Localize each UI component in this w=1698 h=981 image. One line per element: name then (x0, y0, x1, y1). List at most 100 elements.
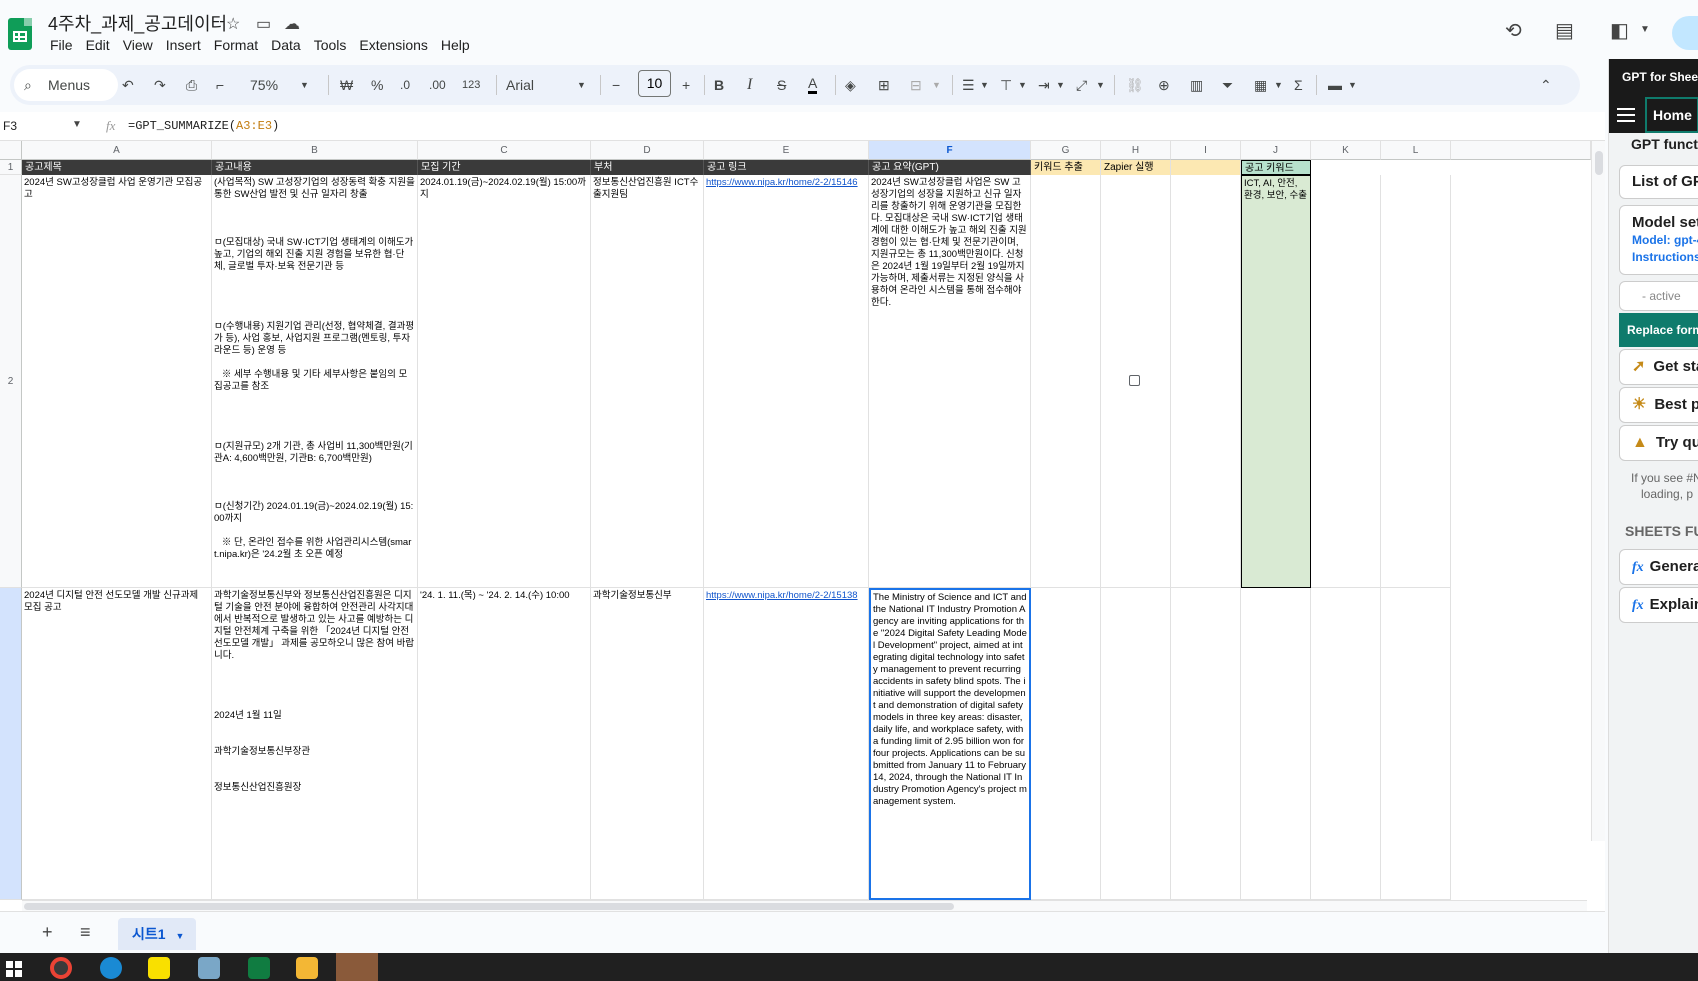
header-cell-zapier[interactable]: Zapier 실행 (1101, 160, 1171, 175)
version-history-icon[interactable]: ⟲ (1505, 18, 1522, 43)
column-header-c[interactable]: C (418, 141, 591, 160)
column-header-d[interactable]: D (591, 141, 704, 160)
italic-button[interactable]: I (747, 75, 752, 95)
currency-format-button[interactable]: ₩ (340, 75, 353, 95)
percent-format-button[interactable]: % (371, 75, 383, 95)
header-cell-title[interactable]: 공고제목 (22, 160, 212, 175)
zoom-dropdown-icon[interactable]: ▼ (300, 75, 309, 95)
add-sheet-icon[interactable]: + (42, 922, 53, 943)
row-header-3[interactable]: 3 (0, 588, 22, 900)
menu-extensions[interactable]: Extensions (359, 37, 434, 53)
edge-icon[interactable] (100, 957, 122, 979)
header-cell-i[interactable] (1171, 160, 1241, 175)
text-color-button[interactable]: A (808, 75, 818, 94)
horizontal-scrollbar[interactable] (22, 900, 1587, 911)
cell-g2[interactable] (1031, 175, 1101, 588)
list-functions-card[interactable]: List of GPT functions (1619, 165, 1698, 199)
name-box-dropdown-icon[interactable]: ▼ (72, 119, 82, 130)
decrease-decimal-button[interactable]: .0 (400, 75, 410, 95)
column-header-b[interactable]: B (212, 141, 418, 160)
document-title[interactable]: 4주차_과제_공고데이터 (48, 10, 227, 36)
menus-search-button[interactable]: ⌕ Menus (14, 69, 118, 101)
wrap-dropdown-icon[interactable]: ▼ (1056, 75, 1065, 95)
column-header-e[interactable]: E (704, 141, 869, 160)
column-header-g[interactable]: G (1031, 141, 1101, 160)
row-header-2[interactable]: 2 (0, 175, 22, 588)
sheets-logo-icon[interactable] (8, 18, 32, 50)
hamburger-menu-icon[interactable] (1617, 108, 1635, 122)
file-explorer-icon[interactable] (296, 957, 318, 979)
menu-edit[interactable]: Edit (86, 37, 117, 53)
font-dropdown-icon[interactable]: ▼ (577, 75, 586, 95)
header-cell-content[interactable]: 공고내용 (212, 160, 418, 175)
increase-decimal-button[interactable]: .00 (429, 75, 446, 95)
meet-icon[interactable]: ◧ (1610, 18, 1629, 43)
sheet-tab-active[interactable]: 시트1 ▼ (118, 918, 196, 950)
cell-b2[interactable]: (사업목적) SW 고성장기업의 성장동력 확충 지원을 통한 SW산업 발전 … (212, 175, 418, 588)
sidebar-home-tab[interactable]: Home (1645, 97, 1698, 133)
cell-e3-link[interactable]: https://www.nipa.kr/home/2-2/15138 (704, 588, 869, 900)
menu-insert[interactable]: Insert (166, 37, 208, 53)
cell-b3[interactable]: 과학기술정보통신부와 정보통신산업진흥원은 디지털 기술을 안전 분야에 융합하… (212, 588, 418, 900)
cell-l2[interactable] (1381, 175, 1451, 588)
input-tools-dropdown-icon[interactable]: ▼ (1348, 75, 1357, 95)
cell-d2[interactable]: 정보통신산업진흥원 ICT수출지원팀 (591, 175, 704, 588)
print-icon[interactable]: ⎙ (186, 75, 197, 95)
menu-format[interactable]: Format (214, 37, 265, 53)
text-wrapping-icon[interactable]: ⇥ (1038, 75, 1050, 95)
formula-input[interactable]: =GPT_SUMMARIZE(A3:E3) (128, 119, 279, 133)
spreadsheet-grid[interactable]: A B C D E F G H I J K L 1 2 3 공고제목 공고내용 … (0, 141, 1605, 911)
column-header-j[interactable]: J (1241, 141, 1311, 160)
cell-j2[interactable]: ICT, AI, 안전, 환경, 보안, 수출 (1241, 175, 1311, 588)
cell-h2[interactable] (1101, 175, 1171, 588)
paint-format-icon[interactable]: ⌐ (216, 75, 224, 95)
row-header-1[interactable]: 1 (0, 160, 22, 175)
fill-color-icon[interactable]: ◈ (845, 75, 856, 95)
functions-icon[interactable]: Σ (1294, 75, 1303, 95)
cell-f2[interactable]: 2024년 SW고성장클럽 사업은 SW 고성장기업의 성장을 지원하고 신규 … (869, 175, 1031, 588)
insert-chart-icon[interactable]: ▥ (1190, 75, 1203, 95)
star-icon[interactable]: ☆ (226, 14, 240, 34)
cell-h3[interactable] (1101, 588, 1171, 900)
column-header-a[interactable]: A (22, 141, 212, 160)
horizontal-scroll-thumb[interactable] (24, 903, 954, 910)
menu-view[interactable]: View (123, 37, 160, 53)
menu-data[interactable]: Data (271, 37, 308, 53)
input-tools-icon[interactable]: ▬ (1328, 75, 1342, 95)
active-app-icon[interactable] (336, 953, 378, 981)
column-header-i[interactable]: I (1171, 141, 1241, 160)
text-rotation-icon[interactable]: ⤢ (1076, 75, 1087, 95)
move-folder-icon[interactable]: ▭ (256, 14, 271, 34)
halign-dropdown-icon[interactable]: ▼ (980, 75, 989, 95)
more-formats-button[interactable]: 123 (462, 75, 480, 95)
vertical-align-icon[interactable]: ⊤ (1000, 75, 1012, 95)
cell-i2[interactable] (1171, 175, 1241, 588)
kakaotalk-icon[interactable] (148, 957, 170, 979)
cell-k2[interactable] (1311, 175, 1381, 588)
cell-d3[interactable]: 과학기술정보통신부 (591, 588, 704, 900)
select-all-corner[interactable] (0, 141, 22, 160)
model-settings-card[interactable]: Model settings Model: gpt-4 Instructions (1619, 205, 1698, 275)
menu-help[interactable]: Help (441, 37, 477, 53)
name-box[interactable]: F3 (3, 119, 17, 133)
excel-icon[interactable] (248, 957, 270, 979)
windows-start-icon[interactable] (6, 961, 22, 977)
header-cell-ministry[interactable]: 부처 (591, 160, 704, 175)
all-sheets-icon[interactable]: ≡ (80, 922, 91, 943)
explain-card[interactable]: fx Explain (1619, 587, 1698, 623)
cell-a3[interactable]: 2024년 디지털 안전 선도모델 개발 신규과제 모집 공고 (22, 588, 212, 900)
horizontal-align-icon[interactable]: ☰ (962, 75, 975, 95)
header-cell-keywords[interactable]: 공고 키워드 (1241, 160, 1311, 175)
cell-i3[interactable] (1171, 588, 1241, 900)
cell-j3[interactable] (1241, 588, 1311, 900)
column-header-f[interactable]: F (869, 141, 1031, 160)
generate-card[interactable]: fx Generate (1619, 549, 1698, 585)
best-practices-card[interactable]: ☀ Best practices (1619, 387, 1698, 423)
header-cell-summary[interactable]: 공고 요약(GPT) (869, 160, 1031, 175)
cell-a2[interactable]: 2024년 SW고성장클럽 사업 운영기관 모집공고 (22, 175, 212, 588)
cell-g3[interactable] (1031, 588, 1101, 900)
vertical-scrollbar[interactable] (1591, 141, 1605, 841)
merge-cells-icon[interactable]: ⊟ (910, 75, 922, 95)
comments-icon[interactable]: ▤ (1555, 18, 1574, 43)
menu-tools[interactable]: Tools (314, 37, 354, 53)
